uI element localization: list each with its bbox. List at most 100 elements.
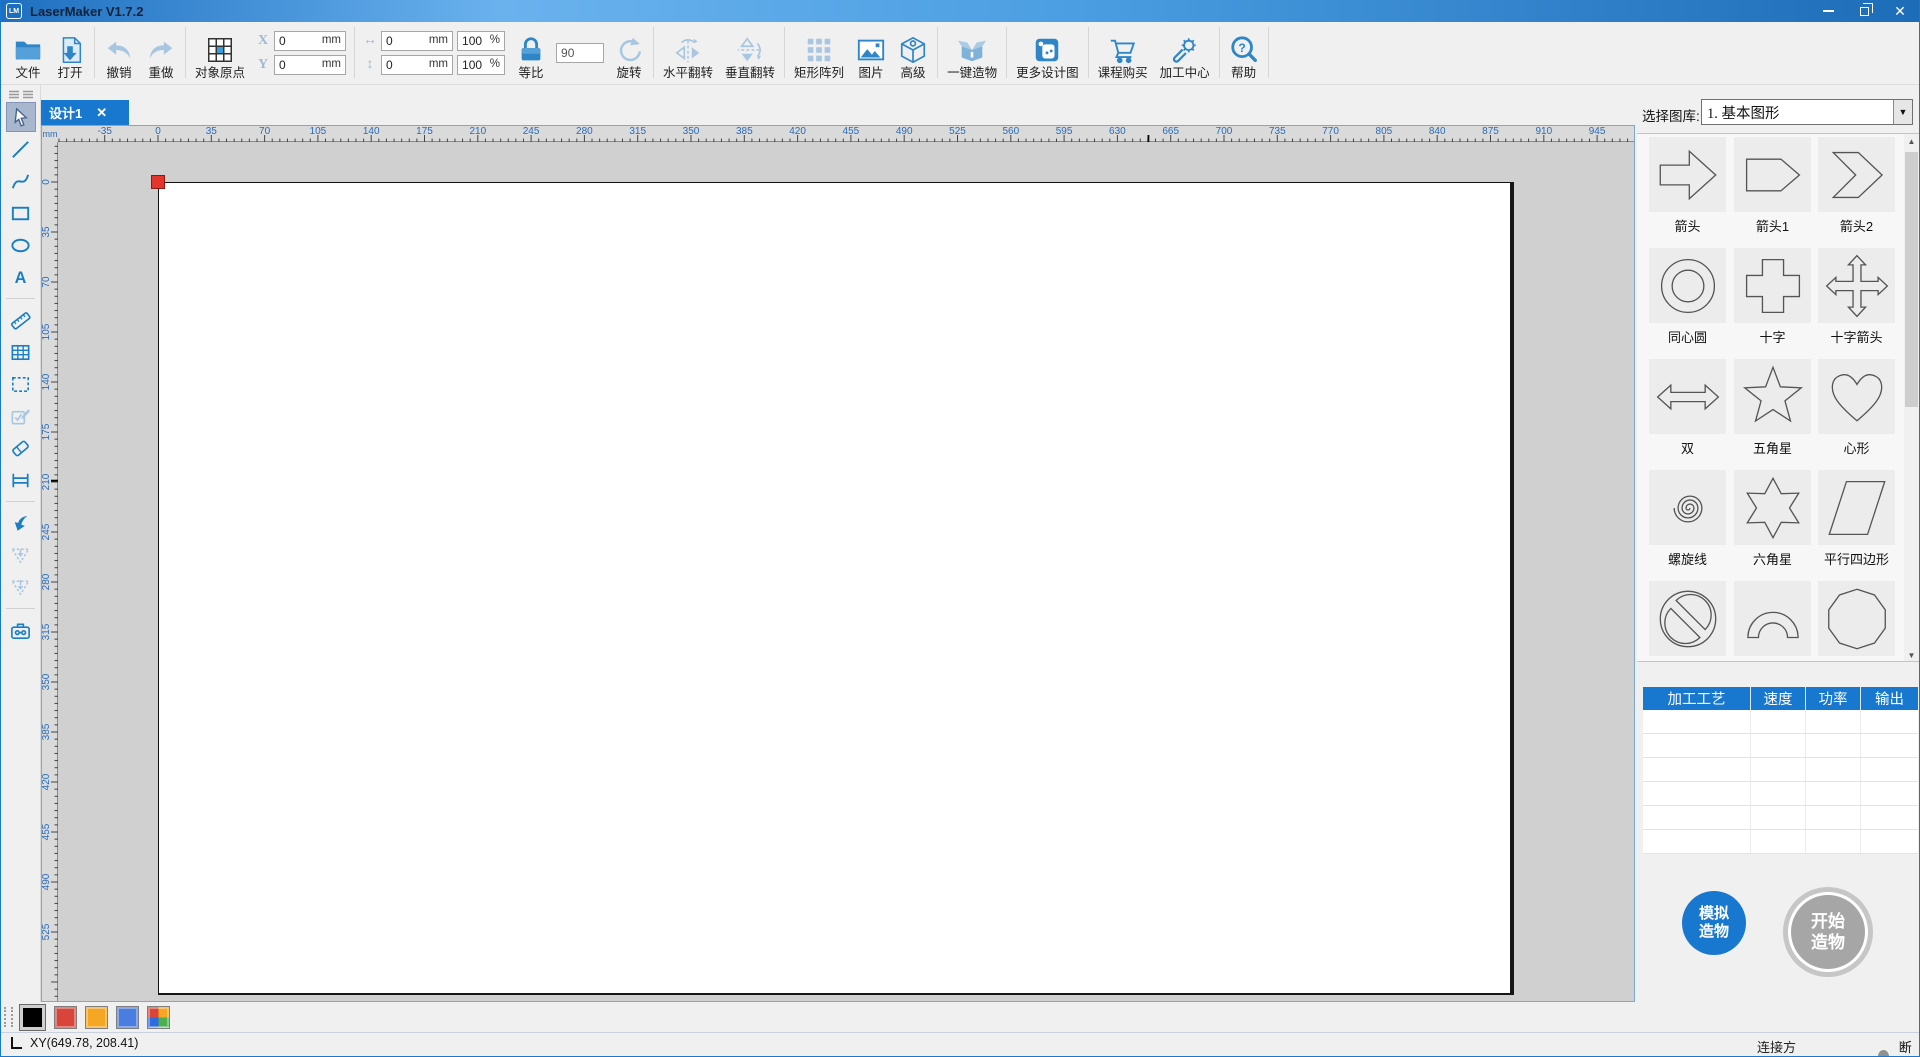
shape-library: 箭头 箭头1 箭头2 同心圆 十字 十字箭头双 五角星 心形螺旋线 六角星 平行四边形 ▲ ▼ bbox=[1637, 133, 1919, 662]
open-button[interactable]: 打开 bbox=[49, 25, 91, 80]
rect-array-button[interactable]: 矩形阵列 bbox=[788, 25, 850, 80]
y-input[interactable] bbox=[274, 54, 347, 75]
import-tool-1[interactable] bbox=[6, 540, 36, 570]
undo-button[interactable]: 撤销 bbox=[98, 25, 140, 80]
origin-marker[interactable] bbox=[151, 175, 165, 189]
one-key-create-button[interactable]: 一键造物 bbox=[941, 25, 1003, 80]
shape-十字[interactable]: 十字 bbox=[1734, 248, 1811, 346]
marquee-tool[interactable] bbox=[6, 369, 36, 399]
table-row bbox=[1643, 758, 1918, 782]
table-row bbox=[1643, 782, 1918, 806]
help-button[interactable]: ? 帮助 bbox=[1223, 25, 1265, 80]
shape-label: 箭头2 bbox=[1839, 219, 1874, 234]
arrow1-shape-icon bbox=[1745, 158, 1800, 191]
shape-六角星[interactable]: 六角星 bbox=[1734, 470, 1811, 568]
measure-tool[interactable] bbox=[6, 305, 36, 335]
library-dropdown[interactable]: 1. 基本图形 ▼ bbox=[1701, 99, 1913, 125]
spacing-tool[interactable] bbox=[6, 465, 36, 495]
export-down-tool[interactable] bbox=[6, 508, 36, 538]
toolbox-tool[interactable] bbox=[6, 615, 36, 645]
sidebar-drag-handle[interactable] bbox=[8, 90, 34, 99]
scroll-down-icon[interactable]: ▼ bbox=[1904, 648, 1919, 661]
sidebar-separator bbox=[6, 501, 35, 502]
drawing-area[interactable] bbox=[58, 142, 1634, 1001]
shape-箭头[interactable]: 箭头 bbox=[1649, 137, 1726, 235]
color-swatch-4a7de0[interactable] bbox=[116, 1005, 139, 1029]
tab-design1[interactable]: 设计1 ✕ bbox=[41, 100, 129, 125]
import-tool-2[interactable] bbox=[6, 572, 36, 602]
line-tool[interactable] bbox=[6, 134, 36, 164]
node-edit-tool[interactable] bbox=[6, 401, 36, 431]
start-button[interactable]: 开始 造物 bbox=[1783, 887, 1873, 977]
arch-shape-icon bbox=[1746, 611, 1799, 638]
text-tool[interactable]: A bbox=[6, 262, 36, 292]
tool-sidebar: A bbox=[1, 85, 41, 1002]
ellipse-tool[interactable] bbox=[6, 230, 36, 260]
work-page[interactable] bbox=[158, 182, 1514, 995]
simulate-button[interactable]: 模拟 造物 bbox=[1682, 891, 1746, 955]
eraser-tool[interactable] bbox=[6, 433, 36, 463]
angle-input[interactable] bbox=[556, 42, 605, 63]
shape-心形[interactable]: 心形 bbox=[1818, 359, 1895, 457]
right-panel: 选择图库: 1. 基本图形 ▼ 箭头 箭头1 箭头2 同心圆 十字 十字箭头双 五角星 心形螺… bbox=[1637, 85, 1919, 1032]
advanced-button[interactable]: 高级 bbox=[892, 25, 934, 80]
svg-text:420: 420 bbox=[789, 126, 806, 137]
machining-center-button[interactable]: 加工中心 bbox=[1154, 25, 1216, 80]
minimize-icon bbox=[1822, 10, 1834, 12]
picture-button[interactable]: 图片 bbox=[850, 25, 892, 80]
tab-close-icon[interactable]: ✕ bbox=[96, 106, 107, 119]
library-scrollbar[interactable]: ▲ ▼ bbox=[1904, 134, 1919, 661]
object-origin-button[interactable]: 对象原点 bbox=[189, 25, 251, 80]
svg-text:560: 560 bbox=[1002, 126, 1019, 137]
file-button[interactable]: 文件 bbox=[7, 25, 49, 80]
color-swatch-f5a623[interactable] bbox=[85, 1005, 108, 1029]
more-designs-button[interactable]: 更多设计图 bbox=[1010, 25, 1085, 80]
shape-arch[interactable] bbox=[1734, 581, 1811, 660]
color-swatch-d9453a[interactable] bbox=[54, 1005, 77, 1029]
shape-箭头2[interactable]: 箭头2 bbox=[1818, 137, 1895, 235]
connection-label: 连接方式 bbox=[1757, 1040, 1797, 1055]
grid-tool[interactable] bbox=[6, 337, 36, 367]
shape-平行四边形[interactable]: 平行四边形 bbox=[1818, 470, 1895, 568]
redo-button[interactable]: 重做 bbox=[140, 25, 182, 80]
shape-十字箭头[interactable]: 十字箭头 bbox=[1818, 248, 1895, 346]
select-tool[interactable] bbox=[5, 102, 36, 132]
tab-bar: 设计1 ✕ bbox=[41, 100, 1637, 125]
color-swatch-000000[interactable] bbox=[19, 1003, 46, 1031]
scroll-up-icon[interactable]: ▲ bbox=[1904, 134, 1919, 149]
width-input[interactable] bbox=[381, 30, 454, 51]
restore-button[interactable] bbox=[1857, 2, 1873, 18]
shape-螺旋线[interactable]: 螺旋线 bbox=[1649, 470, 1726, 568]
scrollbar-thumb[interactable] bbox=[1905, 152, 1918, 407]
svg-text:105: 105 bbox=[42, 323, 52, 340]
rectangle-tool[interactable] bbox=[6, 198, 36, 228]
hgap-icon bbox=[12, 473, 29, 487]
shape-ban[interactable] bbox=[1649, 581, 1726, 660]
table-header-1: 加工工艺 bbox=[1643, 687, 1751, 710]
x-axis-label: X bbox=[257, 32, 269, 48]
width-percent-input[interactable] bbox=[457, 30, 506, 51]
palette-drag-handle[interactable] bbox=[4, 1007, 13, 1027]
shape-双[interactable]: 双 bbox=[1649, 359, 1726, 457]
height-input[interactable] bbox=[381, 54, 454, 75]
shape-五角星[interactable]: 五角星 bbox=[1734, 359, 1811, 457]
flip-horizontal-icon bbox=[675, 38, 700, 63]
minimize-button[interactable] bbox=[1821, 4, 1835, 18]
svg-text:840: 840 bbox=[1429, 126, 1446, 137]
curve-tool[interactable] bbox=[6, 166, 36, 196]
shape-同心圆[interactable]: 同心圆 bbox=[1649, 248, 1726, 346]
title-bar: LM LaserMaker V1.7.2 ✕ bbox=[1, 0, 1919, 22]
shape-polygon[interactable] bbox=[1818, 581, 1895, 660]
shape-箭头1[interactable]: 箭头1 bbox=[1734, 137, 1811, 235]
height-percent-input[interactable] bbox=[457, 54, 506, 75]
flip-horizontal-button[interactable]: 水平翻转 bbox=[657, 25, 719, 80]
close-button[interactable]: ✕ bbox=[1893, 4, 1907, 18]
multi-color-swatch[interactable] bbox=[147, 1005, 170, 1029]
course-store-button[interactable]: 课程购买 bbox=[1092, 25, 1154, 80]
dropdown-arrow-icon[interactable]: ▼ bbox=[1893, 100, 1912, 124]
x-input[interactable] bbox=[274, 30, 347, 51]
lock-ratio-button[interactable]: 等比 bbox=[510, 25, 552, 80]
rotate-button[interactable]: 旋转 bbox=[608, 25, 650, 80]
flip-vertical-button[interactable]: 垂直翻转 bbox=[719, 25, 781, 80]
svg-text:280: 280 bbox=[576, 126, 593, 137]
